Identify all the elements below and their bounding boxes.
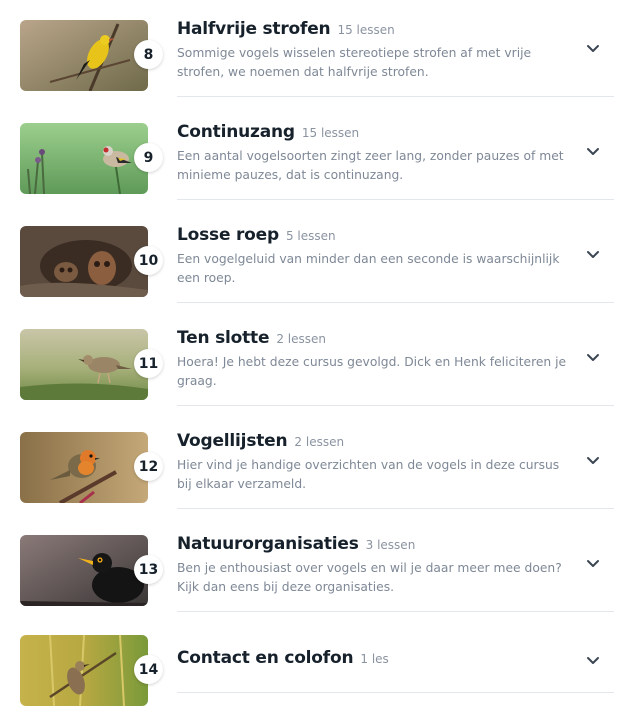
row-divider [177,96,614,97]
chapter-row[interactable]: 14 Contact en colofon 1 les [0,634,634,728]
chevron-down-icon[interactable] [585,246,601,262]
chapter-image [20,226,148,297]
chapter-title[interactable]: Natuurorganisaties [177,534,359,554]
chevron-down-icon[interactable] [585,652,601,668]
row-divider [177,302,614,303]
chevron-down-icon[interactable] [585,555,601,571]
chapter-image [20,20,148,91]
chapter-number: 12 [134,452,163,481]
chapter-image [20,432,148,503]
lesson-count: 2 lessen [294,435,345,449]
chapter-image [20,535,148,606]
chapter-row[interactable]: 9 Continuzang 15 lessen Een aantal vogel… [0,122,634,225]
chapter-content: Halfvrije strofen 15 lessen Sommige voge… [177,19,614,82]
chevron-down-icon[interactable] [585,349,601,365]
lesson-count: 1 les [360,652,389,666]
chapter-content: Vogellijsten 2 lessen Hier vind je handi… [177,431,614,494]
lesson-count: 2 lessen [276,332,326,346]
chevron-down-icon[interactable] [585,40,601,56]
chapter-content: Losse roep 5 lessen Een vogelgeluid van … [177,225,614,288]
lesson-count: 15 lessen [337,23,395,37]
chapter-title[interactable]: Ten slotte [177,328,270,348]
chapter-content: Natuurorganisaties 3 lessen Ben je entho… [177,534,614,597]
chapter-number: 10 [134,246,163,275]
row-divider [177,508,614,509]
lesson-count: 3 lessen [365,538,416,552]
chapter-content: Contact en colofon 1 les [177,648,614,670]
chapter-image [20,635,148,706]
chevron-down-icon[interactable] [585,452,601,468]
chapter-list: 8 Halfvrije strofen 15 lessen Sommige vo… [0,0,634,728]
chapter-image [20,329,148,400]
row-divider [177,692,614,693]
chapter-description: Ben je enthousiast over vogels en wil je… [177,561,562,594]
row-divider [177,199,614,200]
chapter-content: Ten slotte 2 lessen Hoera! Je hebt deze … [177,328,614,391]
lesson-count: 5 lessen [285,229,336,243]
chapter-row[interactable]: 10 Losse roep 5 lessen Een vogelgeluid v… [0,225,634,328]
chapter-number: 13 [134,555,163,584]
chapter-number: 9 [134,143,163,172]
chapter-description: Een vogelgeluid van minder dan een secon… [177,252,560,285]
chapter-number: 14 [134,655,163,684]
lesson-count: 15 lessen [301,126,360,140]
chapter-row[interactable]: 8 Halfvrije strofen 15 lessen Sommige vo… [0,19,634,122]
chapter-content: Continuzang 15 lessen Een aantal vogelso… [177,122,614,185]
chapter-title[interactable]: Vogellijsten [177,431,288,451]
chapter-title[interactable]: Contact en colofon [177,648,354,668]
chevron-down-icon[interactable] [585,143,601,159]
chapter-number: 8 [134,40,163,69]
chapter-image [20,123,148,194]
chapter-number: 11 [134,349,163,378]
chapter-title[interactable]: Halfvrije strofen [177,19,331,39]
chapter-description: Hier vind je handige overzichten van de … [177,458,560,491]
chapter-title[interactable]: Losse roep [177,225,279,245]
chapter-description: Een aantal vogelsoorten zingt zeer lang,… [177,149,564,182]
chapter-row[interactable]: 11 Ten slotte 2 lessen Hoera! Je hebt de… [0,328,634,431]
row-divider [177,611,614,612]
chapter-row[interactable]: 12 Vogellijsten 2 lessen Hier vind je ha… [0,431,634,534]
row-divider [177,405,614,406]
chapter-description: Sommige vogels wisselen stereotiepe stro… [177,46,532,79]
chapter-title[interactable]: Continuzang [177,122,295,142]
chapter-description: Hoera! Je hebt deze cursus gevolgd. Dick… [177,355,567,388]
chapter-row[interactable]: 13 Natuurorganisaties 3 lessen Ben je en… [0,534,634,637]
